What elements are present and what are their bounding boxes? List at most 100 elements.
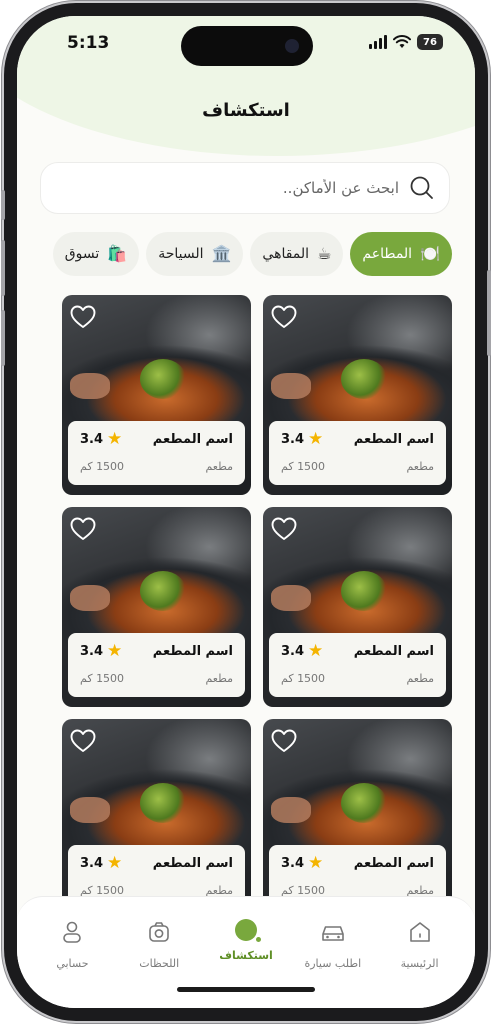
star-icon: ★ <box>308 853 324 873</box>
place-card[interactable]: اسم المطعم 3.4 ★ مطعم 1500 كم <box>263 507 452 707</box>
nav-label: اللحظات <box>139 957 180 970</box>
place-card[interactable]: اسم المطعم 3.4 ★ مطعم 1500 كم <box>62 719 251 919</box>
nav-item-1[interactable]: الرئيسية <box>376 897 463 1008</box>
place-name: اسم المطعم <box>152 644 233 659</box>
star-icon: ★ <box>107 853 123 873</box>
place-rating: 3.4 ★ <box>281 855 323 872</box>
category-label: المقاهي <box>262 246 310 262</box>
place-photo-hand <box>271 585 311 611</box>
search-bar[interactable] <box>40 162 450 214</box>
star-icon: ★ <box>308 429 324 449</box>
shopping-bag-icon: 🛍️ <box>107 244 128 263</box>
category-label: تسوق <box>64 246 100 262</box>
star-icon: ★ <box>308 641 324 661</box>
battery-icon: 76 <box>417 34 443 50</box>
place-photo-garnish <box>140 359 186 399</box>
place-card[interactable]: اسم المطعم 3.4 ★ مطعم 1500 كم <box>263 719 452 919</box>
power-button <box>487 270 491 356</box>
place-info: اسم المطعم 3.4 ★ مطعم 1500 كم <box>269 633 446 697</box>
place-name: اسم المطعم <box>353 432 434 447</box>
heart-icon[interactable] <box>70 517 96 541</box>
dynamic-island <box>181 26 313 66</box>
volume-down-button <box>1 310 5 366</box>
heart-icon[interactable] <box>271 305 297 329</box>
place-photo-garnish <box>341 359 387 399</box>
place-photo-garnish <box>140 783 186 823</box>
user-icon <box>59 919 85 949</box>
rating-value: 3.4 <box>281 856 305 871</box>
heart-icon[interactable] <box>70 305 96 329</box>
place-name: اسم المطعم <box>353 856 434 871</box>
car-icon <box>319 919 347 949</box>
wifi-icon <box>393 35 411 48</box>
rating-value: 3.4 <box>80 856 104 871</box>
category-label: المطاعم <box>362 246 413 262</box>
signal-icon <box>369 35 387 49</box>
search-input[interactable] <box>41 163 399 213</box>
place-card[interactable]: اسم المطعم 3.4 ★ مطعم 1500 كم <box>62 507 251 707</box>
camera-icon-front <box>285 39 299 53</box>
place-rating: 3.4 ★ <box>281 643 323 660</box>
star-icon: ★ <box>107 641 123 661</box>
place-photo-garnish <box>140 571 186 611</box>
place-rating: 3.4 ★ <box>80 643 122 660</box>
places-grid: اسم المطعم 3.4 ★ مطعم 1500 كم اسم المطعم 3.4 ★ م… <box>40 295 452 919</box>
rating-value: 3.4 <box>80 644 104 659</box>
search-icon <box>410 176 433 199</box>
place-card[interactable]: اسم المطعم 3.4 ★ مطعم 1500 كم <box>263 295 452 495</box>
action-button <box>1 190 5 220</box>
place-photo-hand <box>70 585 110 611</box>
category-label: السياحة <box>158 246 204 262</box>
place-card[interactable]: اسم المطعم 3.4 ★ مطعم 1500 كم <box>62 295 251 495</box>
place-photo-hand <box>271 797 311 823</box>
place-type: مطعم <box>205 672 233 685</box>
home-icon <box>407 919 433 949</box>
place-name: اسم المطعم <box>152 432 233 447</box>
nav-label: حسابي <box>56 957 89 970</box>
status-time: 5:13 <box>67 33 110 53</box>
place-name: اسم المطعم <box>152 856 233 871</box>
category-chip-4[interactable]: 🛍️ تسوق <box>52 232 140 276</box>
place-rating: 3.4 ★ <box>80 431 122 448</box>
coffee-icon: ☕ <box>317 244 332 263</box>
page-title: استكشاف <box>202 100 290 121</box>
category-chips: 🍽️ المطاعم ☕ المقاهي 🏛️ السياحة 🛍️ تسوق <box>40 232 452 276</box>
nav-label: اطلب سيارة <box>304 957 362 970</box>
place-distance: 1500 كم <box>281 672 326 685</box>
place-photo-garnish <box>341 783 387 823</box>
category-chip-3[interactable]: 🏛️ السياحة <box>146 232 244 276</box>
volume-up-button <box>1 240 5 296</box>
place-info: اسم المطعم 3.4 ★ مطعم 1500 كم <box>68 421 245 485</box>
heart-icon[interactable] <box>70 729 96 753</box>
place-rating: 3.4 ★ <box>80 855 122 872</box>
place-photo-hand <box>271 373 311 399</box>
home-indicator[interactable] <box>177 987 315 992</box>
place-photo-garnish <box>341 571 387 611</box>
rating-value: 3.4 <box>80 432 104 447</box>
place-photo-hand <box>70 797 110 823</box>
rating-value: 3.4 <box>281 644 305 659</box>
category-chip-2[interactable]: ☕ المقاهي <box>250 232 344 276</box>
heart-icon[interactable] <box>271 517 297 541</box>
place-type: مطعم <box>205 460 233 473</box>
place-info: اسم المطعم 3.4 ★ مطعم 1500 كم <box>68 633 245 697</box>
place-type: مطعم <box>406 672 434 685</box>
category-chip-1[interactable]: 🍽️ المطاعم <box>350 232 452 276</box>
rating-value: 3.4 <box>281 432 305 447</box>
nav-label: الرئيسية <box>400 957 439 970</box>
heart-icon[interactable] <box>271 729 297 753</box>
place-distance: 1500 كم <box>80 672 125 685</box>
place-type: مطعم <box>406 460 434 473</box>
camera-icon <box>146 919 172 949</box>
status-icons: 76 <box>369 34 443 50</box>
nav-label: استكشاف <box>219 949 273 962</box>
star-icon: ★ <box>107 429 123 449</box>
landmark-icon: 🏛️ <box>211 244 232 263</box>
place-rating: 3.4 ★ <box>281 431 323 448</box>
screen: 5:13 76 استكشاف 🍽️ المطاعم ☕ المقاهي 🏛️ السيا… <box>17 16 475 1008</box>
nav-item-5[interactable]: حسابي <box>29 897 116 1008</box>
place-info: اسم المطعم 3.4 ★ مطعم 1500 كم <box>269 421 446 485</box>
place-name: اسم المطعم <box>353 644 434 659</box>
place-distance: 1500 كم <box>281 460 326 473</box>
explore-icon <box>235 919 262 942</box>
